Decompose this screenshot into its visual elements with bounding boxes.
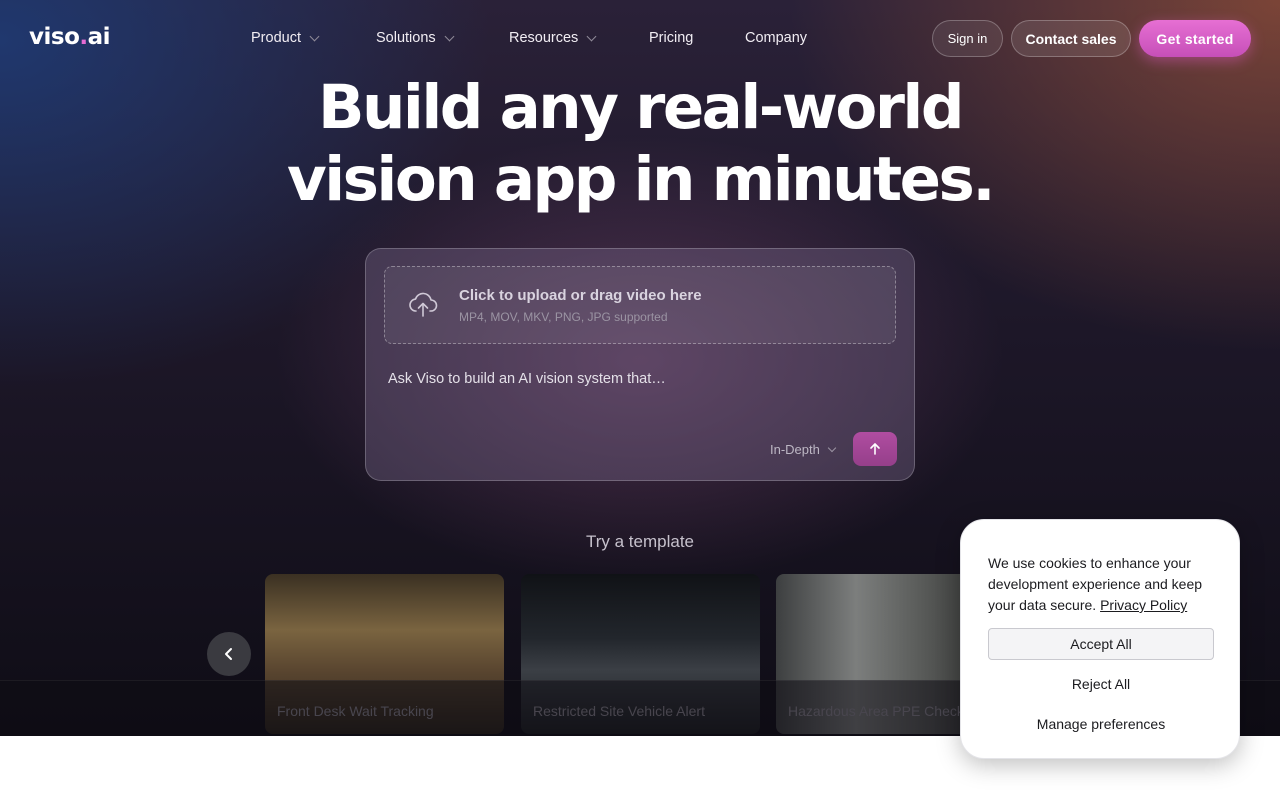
upload-title: Click to upload or drag video here	[459, 287, 702, 304]
carousel-prev-button[interactable]	[207, 632, 251, 676]
nav-product[interactable]: Product	[251, 30, 320, 46]
nav-product-label: Product	[251, 30, 301, 46]
nav-company[interactable]: Company	[745, 30, 807, 46]
accept-all-button[interactable]: Accept All	[988, 628, 1214, 660]
chevron-down-icon	[586, 31, 597, 41]
contact-sales-button[interactable]: Contact sales	[1011, 20, 1131, 57]
mode-select[interactable]: In-Depth	[770, 442, 837, 457]
chevron-down-icon	[444, 31, 455, 41]
logo-suffix: ai	[87, 24, 111, 50]
cloud-upload-icon	[409, 292, 438, 317]
chevron-left-icon	[225, 648, 232, 660]
upload-formats: MP4, MOV, MKV, PNG, JPG supported	[459, 310, 668, 324]
template-label: Hazardous Area PPE Check	[788, 703, 964, 719]
mode-label: In-Depth	[770, 442, 820, 457]
get-started-button[interactable]: Get started	[1139, 20, 1251, 57]
send-button[interactable]	[853, 432, 897, 466]
manage-preferences-button[interactable]: Manage preferences	[988, 708, 1214, 740]
template-card[interactable]: Hazardous Area PPE Check	[776, 574, 976, 734]
template-label: Restricted Site Vehicle Alert	[533, 703, 705, 719]
template-label: Front Desk Wait Tracking	[277, 703, 434, 719]
hero-headline: Build any real-world vision app in minut…	[0, 72, 1280, 216]
nav-solutions-label: Solutions	[376, 30, 436, 46]
sign-in-button[interactable]: Sign in	[932, 20, 1003, 57]
headline-line-1: Build any real-world	[318, 72, 965, 143]
nav-resources[interactable]: Resources	[509, 30, 597, 46]
nav-pricing[interactable]: Pricing	[649, 30, 693, 46]
nav-solutions[interactable]: Solutions	[376, 30, 455, 46]
chevron-down-icon	[309, 31, 320, 41]
nav-pricing-label: Pricing	[649, 30, 694, 46]
upload-dropzone[interactable]: Click to upload or drag video here MP4, …	[384, 266, 896, 344]
cookie-banner: We use cookies to enhance your developme…	[960, 519, 1240, 759]
prompt-input[interactable]: Ask Viso to build an AI vision system th…	[388, 371, 666, 387]
template-card[interactable]: Front Desk Wait Tracking	[265, 574, 504, 734]
reject-all-button[interactable]: Reject All	[988, 668, 1214, 700]
cookie-message: We use cookies to enhance your developme…	[988, 553, 1220, 616]
chevron-down-icon	[827, 443, 837, 452]
nav-resources-label: Resources	[509, 30, 579, 46]
logo-main: viso	[29, 24, 80, 50]
template-card[interactable]: Restricted Site Vehicle Alert	[521, 574, 760, 734]
headline-line-2: vision app in minutes.	[286, 144, 996, 215]
logo-dot: .	[79, 24, 88, 50]
logo[interactable]: viso.ai	[29, 24, 111, 50]
nav-company-label: Company	[745, 30, 808, 46]
prompt-card: Click to upload or drag video here MP4, …	[365, 248, 915, 481]
arrow-up-icon	[870, 443, 880, 455]
privacy-policy-link[interactable]: Privacy Policy	[1100, 597, 1187, 613]
